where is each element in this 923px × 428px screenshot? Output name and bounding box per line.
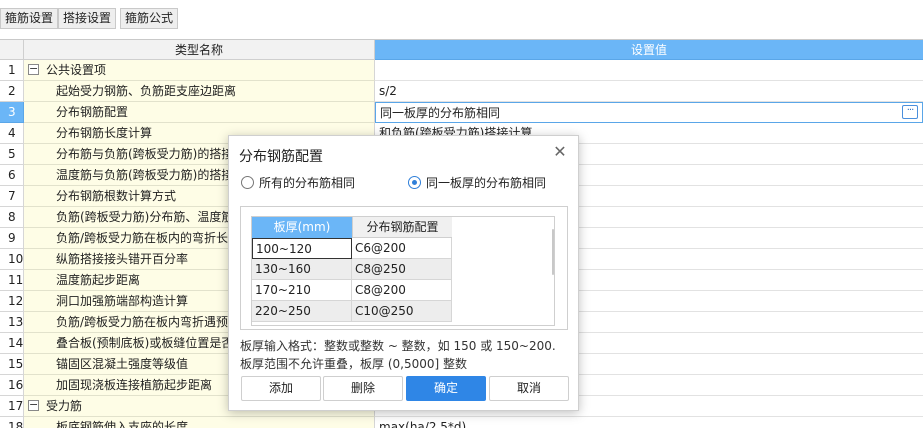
type-name-cell: − 公共设置项	[24, 60, 375, 81]
row-number: 18	[0, 417, 24, 428]
header-rebar-config: 分布钢筋配置	[352, 217, 452, 238]
ellipsis-icon[interactable]: ···	[902, 105, 918, 119]
type-name-text: 温度筋起步距离	[56, 273, 141, 287]
type-name-text: 叠合板(预制底板)或板缝位置是否	[56, 336, 234, 350]
type-name-text: 负筋/跨板受力筋在板内弯折遇预	[56, 315, 229, 329]
thickness-table: 板厚(mm) 分布钢筋配置 100~120 C6@200 130~160 C8@250…	[251, 216, 555, 326]
row-number: 16	[0, 375, 24, 396]
close-icon[interactable]: ✕	[552, 144, 568, 160]
type-name-text: 起始受力钢筋、负筋距支座边距离	[56, 84, 237, 98]
type-name-text: 负筋/跨板受力筋在板内的弯折长	[56, 231, 229, 245]
type-name-text: 分布钢筋长度计算	[56, 126, 153, 140]
type-name-text: 分布钢筋根数计算方式	[56, 189, 177, 203]
row-number: 8	[0, 207, 24, 228]
table-row[interactable]: 18 板底钢筋伸入支座的长度 max(ha/2,5*d)	[0, 417, 923, 428]
dialog-title: 分布钢筋配置	[239, 149, 323, 165]
type-name-text: 洞口加强筋端部构造计算	[56, 294, 189, 308]
setting-value-cell[interactable]: max(ha/2,5*d)	[375, 417, 923, 428]
setting-value-cell[interactable]	[375, 60, 923, 81]
row-number: 4	[0, 123, 24, 144]
tab-lap-settings[interactable]: 搭接设置	[58, 8, 117, 29]
header-setting-value: 设置值	[375, 40, 923, 60]
row-number: 15	[0, 354, 24, 375]
row-number: 6	[0, 165, 24, 186]
tab-stirrup-settings[interactable]: 箍筋设置	[0, 8, 59, 29]
thickness-cell[interactable]: 170~210	[252, 280, 352, 301]
table-scrollbar[interactable]	[552, 229, 554, 275]
type-name-text: 负筋(跨板受力筋)分布筋、温度筋	[56, 210, 234, 224]
type-name-text: 公共设置项	[46, 63, 107, 77]
row-number: 9	[0, 228, 24, 249]
row-number: 7	[0, 186, 24, 207]
type-name-text: 分布钢筋配置	[56, 105, 129, 119]
thickness-cell[interactable]: 220~250	[252, 301, 352, 322]
thickness-cell[interactable]: 100~120	[252, 238, 352, 259]
row-number: 13	[0, 312, 24, 333]
radio-circle-selected-icon	[408, 176, 421, 189]
header-thickness: 板厚(mm)	[252, 217, 352, 238]
table-row[interactable]: 1− 公共设置项	[0, 60, 923, 81]
type-name-text: 板底钢筋伸入支座的长度	[56, 420, 189, 428]
row-number: 10	[0, 249, 24, 270]
tab-bar: 箍筋设置 搭接设置 箍筋公式	[0, 0, 923, 38]
table-row[interactable]: 100~120 C6@200	[252, 238, 452, 259]
type-name-text: 分布筋与负筋(跨板受力筋)的搭接	[56, 147, 234, 161]
type-name-text: 温度筋与负筋(跨板受力筋)的搭接	[56, 168, 234, 182]
setting-value-text: s/2	[379, 84, 397, 98]
rebar-config-cell[interactable]: C8@200	[352, 280, 452, 301]
table-row[interactable]: 3 分布钢筋配置 同一板厚的分布筋相同 ···	[0, 102, 923, 123]
row-number: 17	[0, 396, 24, 417]
add-button[interactable]: 添加	[241, 376, 321, 401]
cancel-button[interactable]: 取消	[489, 376, 569, 401]
row-number: 14	[0, 333, 24, 354]
type-name-text: 锚固区混凝土强度等级值	[56, 357, 189, 371]
delete-button[interactable]: 删除	[323, 376, 403, 401]
setting-value-cell[interactable]: s/2	[375, 81, 923, 102]
row-number: 11	[0, 270, 24, 291]
collapse-icon[interactable]: −	[28, 63, 39, 75]
tab-stirrup-formula[interactable]: 箍筋公式	[120, 8, 179, 29]
ok-button[interactable]: 确定	[406, 376, 486, 401]
table-row[interactable]: 170~210 C8@200	[252, 280, 452, 301]
table-row[interactable]: 220~250 C10@250	[252, 301, 452, 322]
setting-value-cell[interactable]: 同一板厚的分布筋相同 ···	[375, 102, 923, 123]
hint-range: 板厚范围不允许重叠，板厚 (0,5000] 整数	[240, 357, 467, 371]
row-number: 12	[0, 291, 24, 312]
header-type-name: 类型名称	[24, 40, 375, 60]
thickness-table-panel: 板厚(mm) 分布钢筋配置 100~120 C6@200 130~160 C8@250…	[240, 206, 568, 330]
radio-circle-icon	[241, 176, 254, 189]
setting-value-text: max(ha/2,5*d)	[379, 420, 467, 428]
rebar-config-cell[interactable]: C8@250	[352, 259, 452, 280]
row-number: 2	[0, 81, 24, 102]
row-number: 3	[0, 102, 24, 123]
radio-label: 所有的分布筋相同	[259, 176, 356, 190]
row-number: 1	[0, 60, 24, 81]
type-name-cell: 分布钢筋配置	[24, 102, 375, 123]
radio-label: 同一板厚的分布筋相同	[426, 176, 547, 190]
type-name-text: 受力筋	[46, 399, 83, 413]
header-row-number	[0, 40, 24, 60]
setting-value-text: 同一板厚的分布筋相同	[380, 106, 501, 120]
table-row[interactable]: 130~160 C8@250	[252, 259, 452, 280]
type-name-text: 纵筋搭接接头错开百分率	[56, 252, 189, 266]
collapse-icon[interactable]: −	[28, 399, 39, 411]
row-number: 5	[0, 144, 24, 165]
thickness-cell[interactable]: 130~160	[252, 259, 352, 280]
rebar-config-cell[interactable]: C6@200	[352, 238, 452, 259]
rebar-config-cell[interactable]: C10@250	[352, 301, 452, 322]
type-name-text: 加固现浇板连接植筋起步距离	[56, 378, 213, 392]
type-name-cell: 起始受力钢筋、负筋距支座边距离	[24, 81, 375, 102]
hint-format: 板厚输入格式：整数或整数 ~ 整数，如 150 或 150~200.	[240, 339, 556, 353]
distribution-rebar-dialog: 分布钢筋配置 ✕ 所有的分布筋相同 同一板厚的分布筋相同 板厚(mm) 分布钢筋…	[228, 135, 579, 411]
table-row[interactable]: 2 起始受力钢筋、负筋距支座边距离 s/2	[0, 81, 923, 102]
type-name-cell: 板底钢筋伸入支座的长度	[24, 417, 375, 428]
